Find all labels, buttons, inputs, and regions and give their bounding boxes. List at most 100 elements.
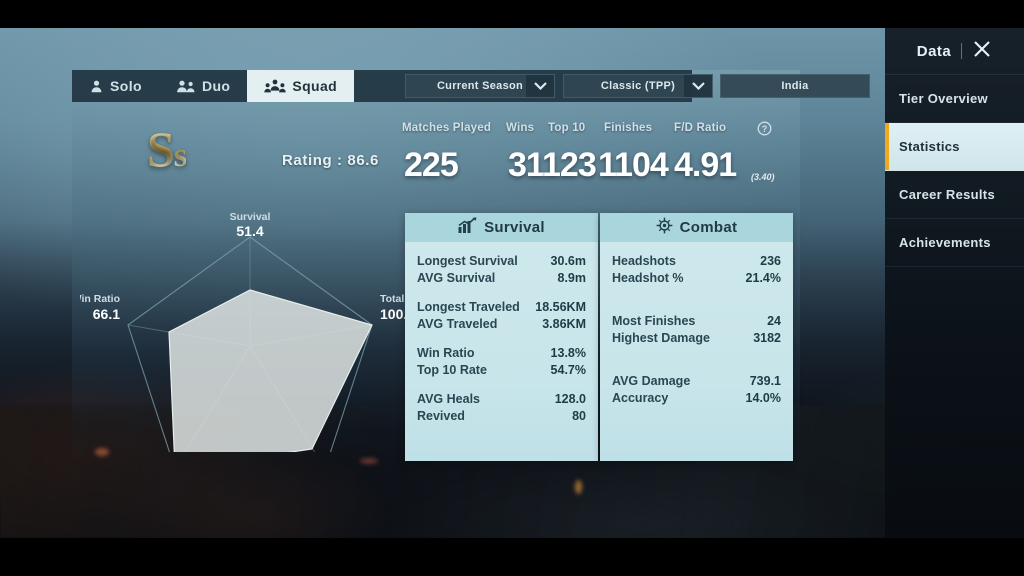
stat-value: 24 bbox=[767, 314, 781, 328]
stat-group: Longest Traveled 18.56KM AVG Traveled 3.… bbox=[417, 299, 586, 333]
season-filter-label: Current Season bbox=[436, 80, 524, 92]
summary-value-fd-ratio-sub: (3.40) bbox=[751, 172, 775, 182]
sidebar-item-label: Tier Overview bbox=[899, 91, 988, 106]
stat-value: 3182 bbox=[753, 331, 781, 345]
close-icon[interactable] bbox=[972, 39, 992, 64]
rank-tier-badge: Ss bbox=[147, 121, 187, 177]
summary-value-wins: 31 bbox=[508, 146, 545, 184]
sidebar-item-label: Statistics bbox=[899, 139, 960, 154]
combat-stats-card: Combat Headshots 236 Headshot % 21.4% Mo… bbox=[600, 213, 793, 461]
combat-card-title: Combat bbox=[679, 219, 738, 236]
stat-value: 739.1 bbox=[749, 374, 781, 388]
summary-stats: Matches Played 225 Wins 31 Top 10 123 Fi… bbox=[402, 121, 792, 207]
stat-label: Longest Traveled bbox=[417, 300, 520, 314]
squad-icon bbox=[264, 79, 287, 93]
stat-group: AVG Damage 739.1 Accuracy 14.0% bbox=[612, 373, 781, 407]
stat-label: Top 10 Rate bbox=[417, 363, 487, 377]
survival-card-title: Survival bbox=[484, 219, 545, 236]
summary-value-fd-ratio: 4.91 bbox=[674, 146, 737, 184]
stat-label: Highest Damage bbox=[612, 331, 710, 345]
stat-row: AVG Heals 128.0 bbox=[417, 391, 586, 408]
chevron-down-icon bbox=[526, 75, 554, 97]
region-filter-label: India bbox=[781, 80, 809, 92]
stat-group: Headshots 236 Headshot % 21.4% bbox=[612, 253, 781, 287]
combat-card-body: Headshots 236 Headshot % 21.4% Most Fini… bbox=[600, 243, 793, 407]
combat-card-header: Combat bbox=[600, 213, 793, 243]
stat-label: Headshots bbox=[612, 254, 676, 268]
stat-value: 3.86KM bbox=[542, 317, 586, 331]
stat-row: Headshots 236 bbox=[612, 253, 781, 270]
radar-value-survival: 51.4 bbox=[236, 223, 263, 239]
summary-label-fd-ratio: F/D Ratio bbox=[674, 122, 727, 134]
stat-row: AVG Survival 8.9m bbox=[417, 270, 586, 287]
mode-tab-solo[interactable]: Solo bbox=[72, 70, 159, 102]
sidebar-item-label: Achievements bbox=[899, 235, 991, 250]
stat-label: AVG Survival bbox=[417, 271, 496, 285]
region-filter[interactable]: India bbox=[720, 74, 870, 98]
survival-card-body: Longest Survival 30.6m AVG Survival 8.9m… bbox=[405, 243, 598, 425]
stat-value: 128.0 bbox=[554, 392, 586, 406]
mode-tab-squad-label: Squad bbox=[292, 78, 338, 94]
letterbox-bottom bbox=[0, 538, 1024, 576]
sidebar-item-achievements[interactable]: Achievements bbox=[885, 219, 1024, 267]
mode-tab-duo-label: Duo bbox=[201, 78, 231, 94]
stat-row: Longest Traveled 18.56KM bbox=[417, 299, 586, 316]
stat-row: Highest Damage 3182 bbox=[612, 330, 781, 347]
mode-tab-squad[interactable]: Squad bbox=[247, 70, 355, 102]
rating-label: Rating : 86.6 bbox=[282, 152, 379, 169]
stat-label: Accuracy bbox=[612, 391, 669, 405]
mode-tab-duo[interactable]: Duo bbox=[159, 70, 247, 102]
sidebar-item-career-results[interactable]: Career Results bbox=[885, 171, 1024, 219]
season-filter-dropdown[interactable]: Current Season bbox=[405, 74, 555, 98]
sidebar-title: Data bbox=[916, 42, 952, 60]
letterbox-top bbox=[0, 0, 1024, 28]
stat-label: Win Ratio bbox=[417, 346, 475, 360]
survival-card-header: Survival bbox=[405, 213, 598, 243]
stat-value: 80 bbox=[572, 409, 586, 423]
survival-stats-card: Survival Longest Survival 30.6m AVG Surv… bbox=[405, 213, 598, 461]
summary-label-matches-played: Matches Played bbox=[402, 122, 492, 134]
radar-label-survival: Survival bbox=[230, 211, 271, 223]
svg-text:?: ? bbox=[762, 124, 768, 134]
radar-data-area bbox=[168, 289, 373, 452]
stat-label: Headshot % bbox=[612, 271, 684, 285]
summary-value-top-10: 123 bbox=[542, 146, 597, 184]
stat-label: AVG Heals bbox=[417, 392, 480, 406]
rank-tier-sub: s bbox=[173, 137, 187, 174]
duo-icon bbox=[176, 80, 196, 93]
stat-group: Win Ratio 13.8% Top 10 Rate 54.7% bbox=[417, 345, 586, 379]
match-mode-filter-label: Classic (TPP) bbox=[600, 80, 676, 92]
rank-block: Ss Rating : 86.6 bbox=[112, 124, 432, 190]
stat-label: AVG Damage bbox=[612, 374, 691, 388]
sidebar-item-tier-overview[interactable]: Tier Overview bbox=[885, 75, 1024, 123]
stat-row: Longest Survival 30.6m bbox=[417, 253, 586, 270]
solo-icon bbox=[89, 80, 104, 93]
radar-label-win-ratio: Win Ratio bbox=[80, 293, 120, 305]
stat-group: Longest Survival 30.6m AVG Survival 8.9m bbox=[417, 253, 586, 287]
statistics-panel: Solo Duo Squad Current Season Classic (T… bbox=[72, 70, 870, 462]
summary-value-finishes: 1104 bbox=[598, 146, 669, 184]
attribute-radar-chart: Survival 51.4 Total Rating 100.0 Combat … bbox=[80, 202, 420, 452]
radar-value-win-ratio: 66.1 bbox=[93, 306, 120, 322]
bar-chart-up-icon bbox=[458, 216, 477, 239]
stat-value: 54.7% bbox=[550, 363, 586, 377]
stat-row: Win Ratio 13.8% bbox=[417, 345, 586, 362]
stat-row: AVG Damage 739.1 bbox=[612, 373, 781, 390]
sidebar-item-label: Career Results bbox=[899, 187, 995, 202]
stat-group: AVG Heals 128.0 Revived 80 bbox=[417, 391, 586, 425]
game-screen: Solo Duo Squad Current Season Classic (T… bbox=[0, 0, 1024, 576]
stat-label: Revived bbox=[417, 409, 465, 423]
stat-value: 30.6m bbox=[550, 254, 586, 268]
stat-row: Headshot % 21.4% bbox=[612, 270, 781, 287]
stat-label: Longest Survival bbox=[417, 254, 518, 268]
stat-value: 13.8% bbox=[550, 346, 586, 360]
stat-row: Revived 80 bbox=[417, 408, 586, 425]
question-mark-icon[interactable]: ? bbox=[757, 121, 772, 141]
match-mode-filter-dropdown[interactable]: Classic (TPP) bbox=[563, 74, 713, 98]
stat-row: Most Finishes 24 bbox=[612, 313, 781, 330]
background-ember bbox=[575, 480, 582, 494]
stat-row: AVG Traveled 3.86KM bbox=[417, 316, 586, 333]
data-sidebar: Data Tier Overview Statistics Career Res… bbox=[885, 28, 1024, 538]
rank-tier-main: S bbox=[147, 121, 175, 177]
sidebar-item-statistics[interactable]: Statistics bbox=[885, 123, 1024, 171]
